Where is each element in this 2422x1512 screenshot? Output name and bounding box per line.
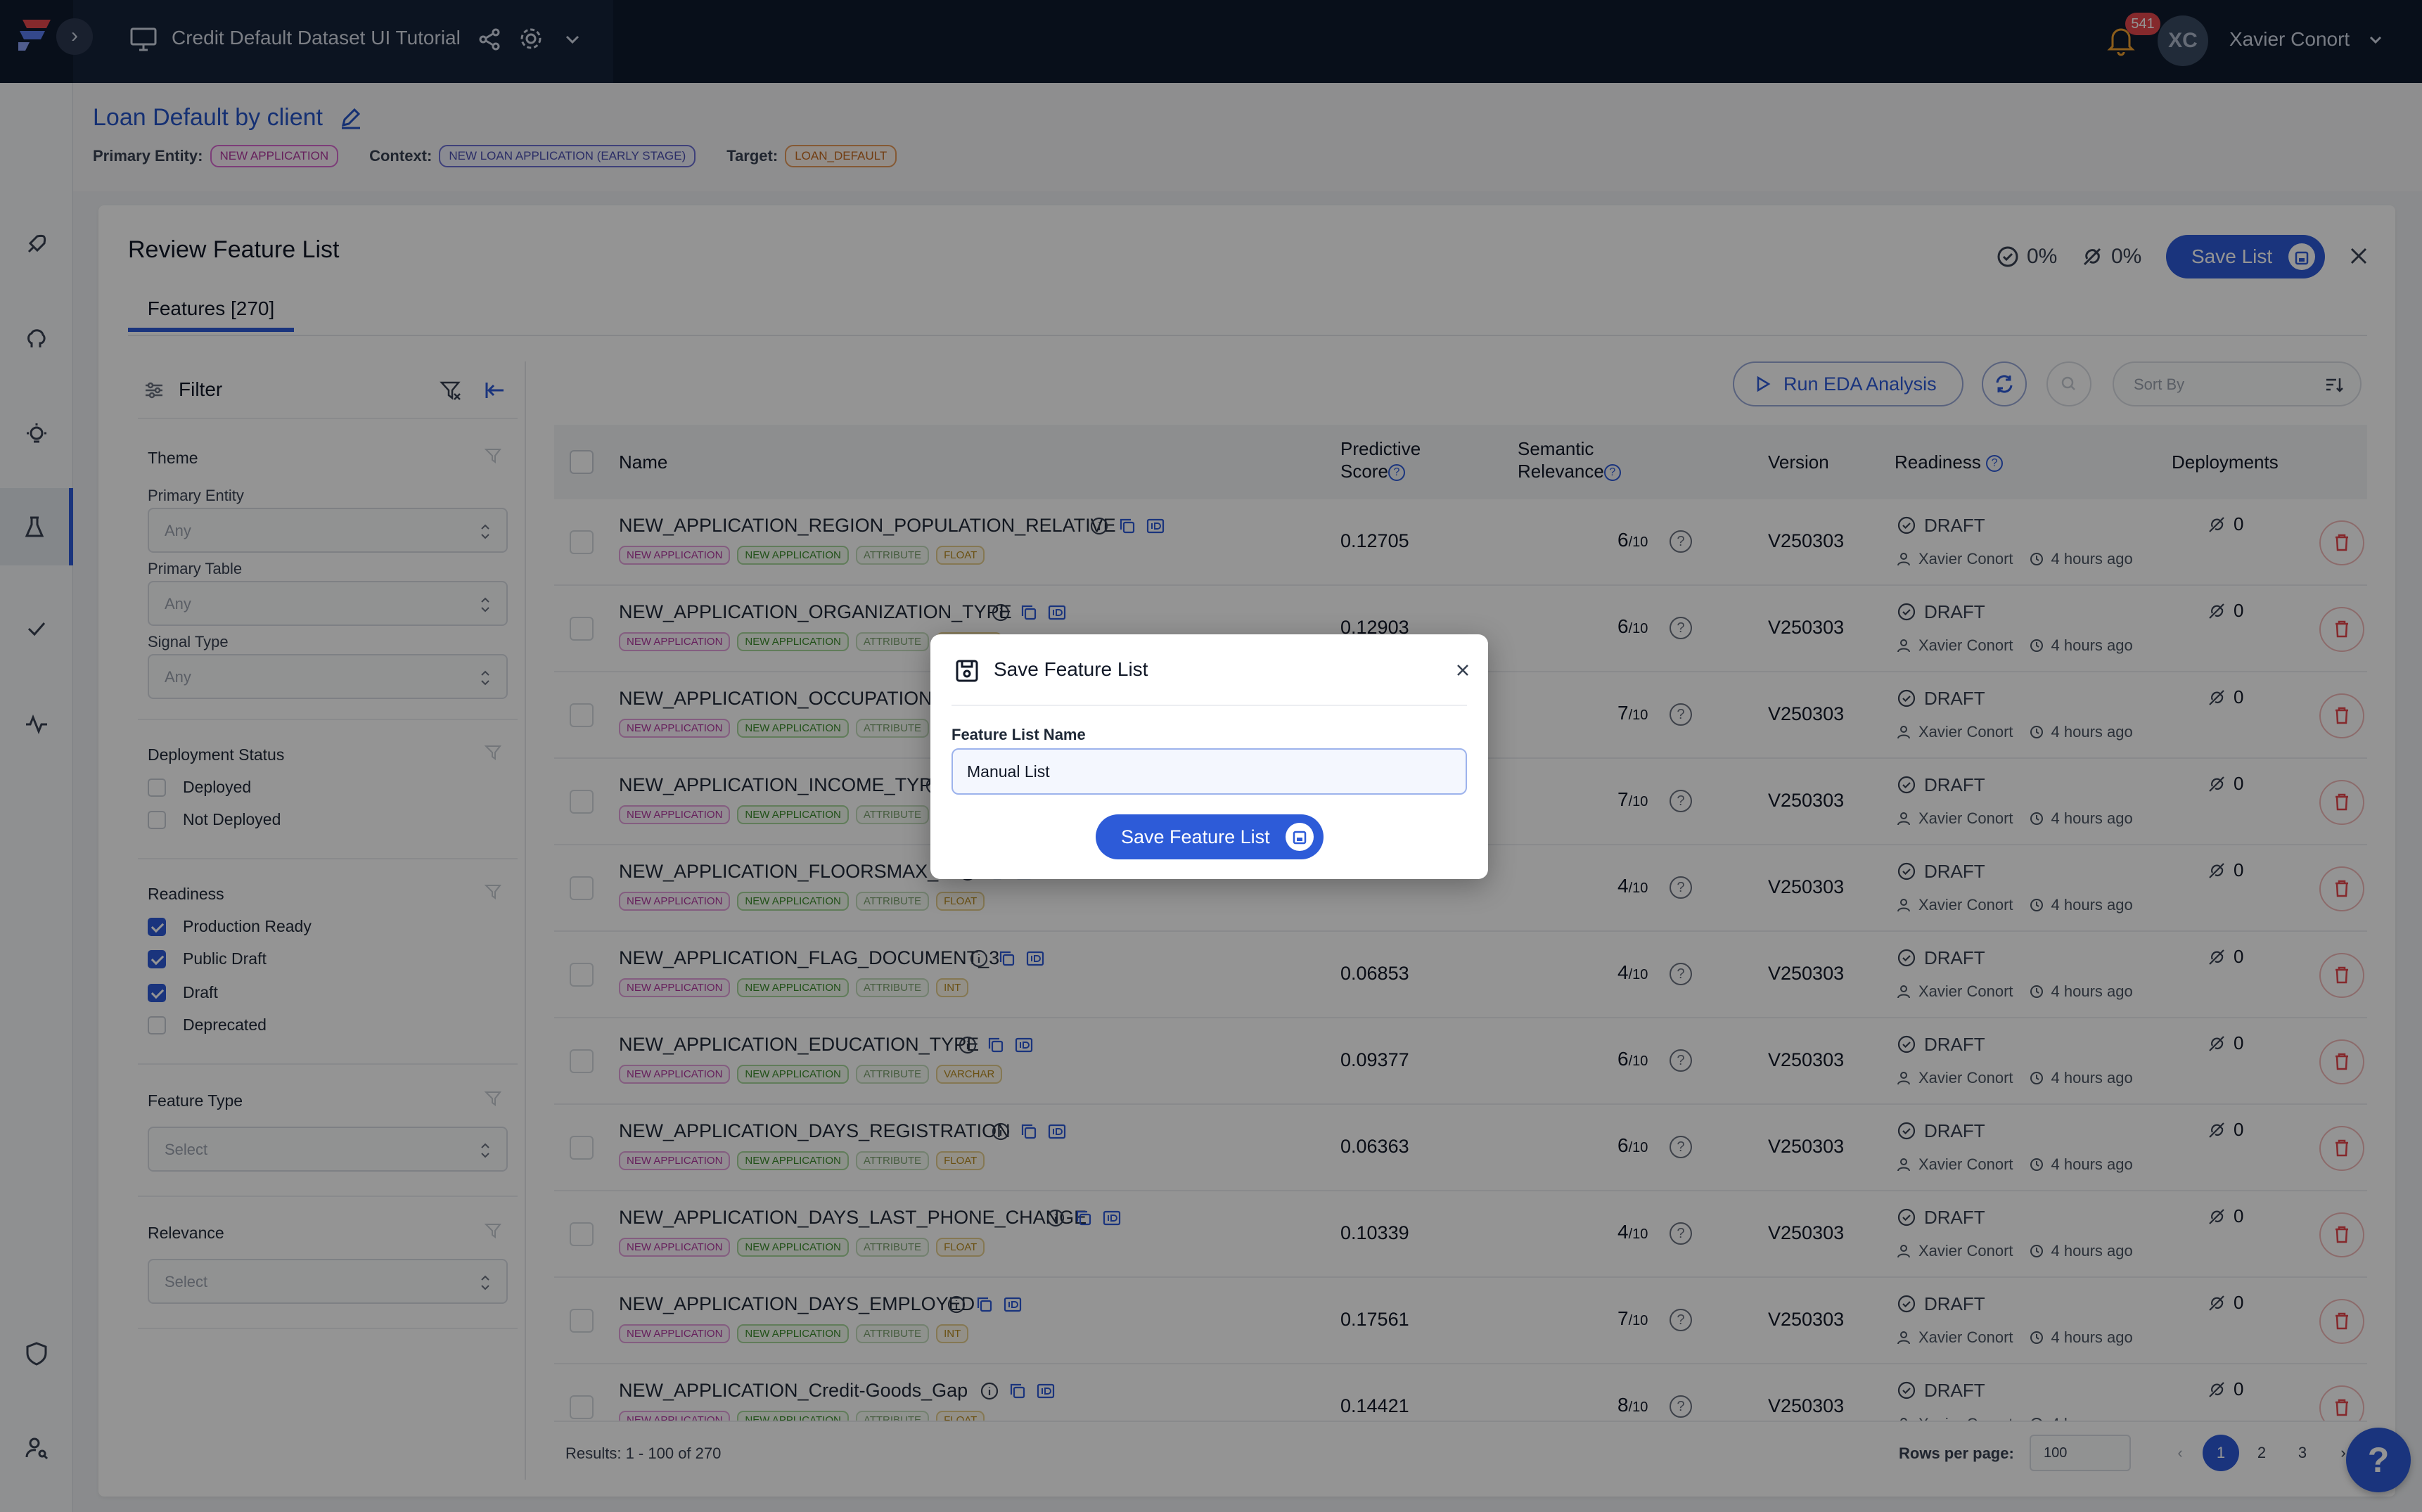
dialog-divider [952, 705, 1467, 706]
feature-list-name-input[interactable] [952, 748, 1467, 795]
save-feature-list-button[interactable]: Save Feature List [1096, 814, 1324, 859]
save-feature-list-label: Save Feature List [1121, 826, 1270, 847]
save-icon [1286, 823, 1314, 851]
save-icon [956, 660, 978, 682]
feature-list-name-label: Feature List Name [952, 726, 1086, 743]
save-feature-list-dialog: Save Feature List Feature List Name Save… [930, 634, 1488, 879]
dialog-title: Save Feature List [994, 658, 1148, 680]
close-icon[interactable] [1452, 660, 1473, 681]
